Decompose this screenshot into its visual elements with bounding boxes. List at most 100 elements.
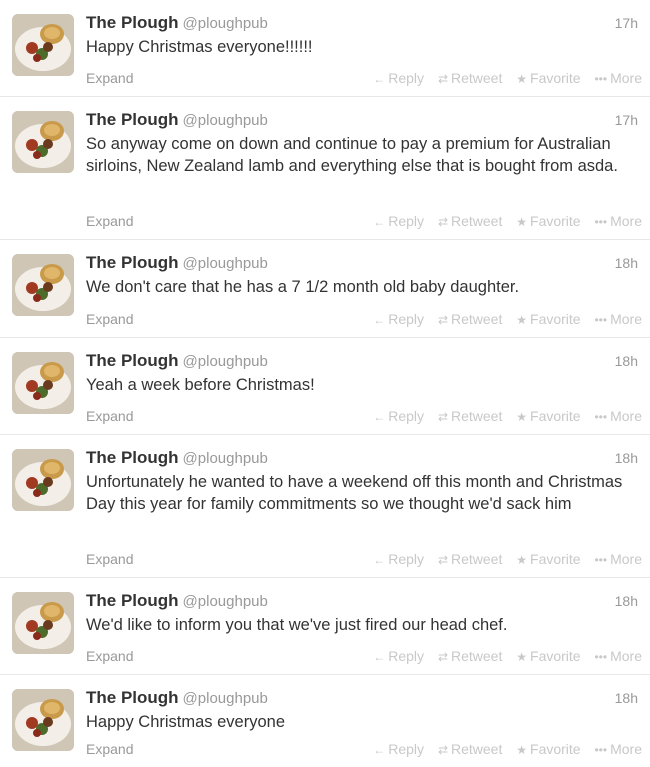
retweet-button[interactable]: ⇄ Retweet (438, 549, 502, 570)
tweet[interactable]: The Plough @ploughpub 17h So anyway come … (0, 97, 650, 240)
retweet-icon: ⇄ (437, 72, 448, 86)
avatar[interactable] (12, 14, 74, 76)
more-button[interactable]: ••• More (594, 309, 642, 330)
tweet-time[interactable]: 17h (615, 109, 638, 131)
tweet-content: The Plough @ploughpub 17h Happy Christmas… (86, 12, 638, 58)
food-photo-icon (12, 449, 74, 511)
tweet-content: The Plough @ploughpub 17h So anyway come … (86, 109, 638, 177)
retweet-icon: ⇄ (437, 313, 448, 327)
author-name[interactable]: The Plough (86, 591, 179, 610)
expand-link[interactable]: Expand (86, 741, 133, 757)
tweet[interactable]: The Plough @ploughpub 18h Unfortunately h… (0, 435, 650, 578)
tweet-header: The Plough @ploughpub 18h (86, 350, 638, 372)
avatar[interactable] (12, 689, 74, 751)
author-handle[interactable]: @ploughpub (183, 15, 268, 32)
avatar[interactable] (12, 352, 74, 414)
author-name[interactable]: The Plough (86, 688, 179, 707)
tweet-actions: ← Reply ⇄ Retweet ★ Favorite ••• More (363, 739, 642, 760)
tweet-time[interactable]: 18h (615, 447, 638, 469)
retweet-button[interactable]: ⇄ Retweet (438, 211, 502, 232)
author-handle[interactable]: @ploughpub (183, 112, 268, 129)
tweet-footer: Expand ← Reply ⇄ Retweet ★ Favorite ••• More (86, 406, 642, 426)
food-photo-icon (12, 111, 74, 173)
favorite-label: Favorite (530, 408, 581, 424)
reply-button[interactable]: ← Reply (373, 211, 424, 232)
ellipsis-icon: ••• (594, 553, 608, 567)
expand-link[interactable]: Expand (86, 551, 133, 567)
author-handle[interactable]: @ploughpub (183, 690, 268, 707)
tweet[interactable]: The Plough @ploughpub 18h Happy Christmas… (0, 675, 650, 767)
tweet-time[interactable]: 17h (615, 12, 638, 34)
reply-button[interactable]: ← Reply (373, 68, 424, 89)
tweet-content: The Plough @ploughpub 18h We don't care t… (86, 252, 638, 298)
author-handle[interactable]: @ploughpub (183, 450, 268, 467)
author-name[interactable]: The Plough (86, 448, 179, 467)
more-button[interactable]: ••• More (594, 646, 642, 667)
reply-button[interactable]: ← Reply (373, 739, 424, 760)
author-name[interactable]: The Plough (86, 253, 179, 272)
star-icon: ★ (516, 650, 528, 664)
avatar[interactable] (12, 111, 74, 173)
retweet-button[interactable]: ⇄ Retweet (438, 406, 502, 427)
reply-button[interactable]: ← Reply (373, 549, 424, 570)
tweet[interactable]: The Plough @ploughpub 17h Happy Christmas… (0, 0, 650, 97)
favorite-button[interactable]: ★ Favorite (516, 309, 580, 330)
ellipsis-icon: ••• (594, 215, 608, 229)
author-name[interactable]: The Plough (86, 351, 179, 370)
expand-link[interactable]: Expand (86, 408, 133, 424)
retweet-button[interactable]: ⇄ Retweet (438, 68, 502, 89)
reply-label: Reply (388, 648, 425, 664)
retweet-label: Retweet (451, 648, 503, 664)
avatar[interactable] (12, 449, 74, 511)
expand-link[interactable]: Expand (86, 213, 133, 229)
tweet[interactable]: The Plough @ploughpub 18h We'd like to in… (0, 578, 650, 675)
retweet-button[interactable]: ⇄ Retweet (438, 309, 502, 330)
more-button[interactable]: ••• More (594, 211, 642, 232)
more-label: More (610, 311, 642, 327)
author-name[interactable]: The Plough (86, 13, 179, 32)
tweet[interactable]: The Plough @ploughpub 18h We don't care t… (0, 240, 650, 338)
retweet-button[interactable]: ⇄ Retweet (438, 739, 502, 760)
favorite-label: Favorite (530, 648, 581, 664)
reply-arrow-icon: ← (373, 72, 386, 86)
author-handle[interactable]: @ploughpub (183, 353, 268, 370)
ellipsis-icon: ••• (594, 313, 608, 327)
retweet-button[interactable]: ⇄ Retweet (438, 646, 502, 667)
favorite-button[interactable]: ★ Favorite (516, 406, 580, 427)
author-name[interactable]: The Plough (86, 110, 179, 129)
food-photo-icon (12, 14, 74, 76)
tweet-time[interactable]: 18h (615, 350, 638, 372)
tweet-text: We'd like to inform you that we've just … (86, 616, 508, 634)
more-button[interactable]: ••• More (594, 406, 642, 427)
favorite-button[interactable]: ★ Favorite (516, 211, 580, 232)
tweet[interactable]: The Plough @ploughpub 18h Yeah a week bef… (0, 338, 650, 435)
more-button[interactable]: ••• More (594, 549, 642, 570)
reply-button[interactable]: ← Reply (373, 646, 424, 667)
tweet-text: Yeah a week before Christmas! (86, 376, 315, 394)
food-photo-icon (12, 592, 74, 654)
tweet-actions: ← Reply ⇄ Retweet ★ Favorite ••• More (363, 646, 642, 667)
tweet-time[interactable]: 18h (615, 687, 638, 709)
favorite-button[interactable]: ★ Favorite (516, 739, 580, 760)
tweet-time[interactable]: 18h (615, 252, 638, 274)
more-button[interactable]: ••• More (594, 68, 642, 89)
expand-link[interactable]: Expand (86, 311, 133, 327)
tweet-text: Happy Christmas everyone!!!!!! (86, 38, 313, 56)
author-handle[interactable]: @ploughpub (183, 593, 268, 610)
expand-link[interactable]: Expand (86, 70, 133, 86)
reply-button[interactable]: ← Reply (373, 406, 424, 427)
reply-button[interactable]: ← Reply (373, 309, 424, 330)
expand-link[interactable]: Expand (86, 648, 133, 664)
tweet-actions: ← Reply ⇄ Retweet ★ Favorite ••• More (363, 549, 642, 570)
tweet-actions: ← Reply ⇄ Retweet ★ Favorite ••• More (363, 211, 642, 232)
more-label: More (610, 551, 642, 567)
more-button[interactable]: ••• More (594, 739, 642, 760)
favorite-button[interactable]: ★ Favorite (516, 646, 580, 667)
food-photo-icon (12, 689, 74, 751)
tweet-time[interactable]: 18h (615, 590, 638, 612)
author-handle[interactable]: @ploughpub (183, 255, 268, 272)
avatar[interactable] (12, 592, 74, 654)
favorite-button[interactable]: ★ Favorite (516, 549, 580, 570)
avatar[interactable] (12, 254, 74, 316)
favorite-button[interactable]: ★ Favorite (516, 68, 580, 89)
